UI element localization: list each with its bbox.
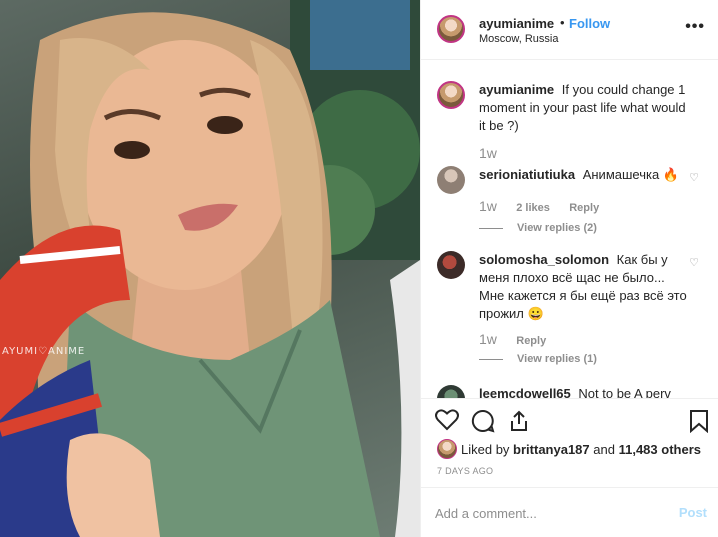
likes-joiner: and: [593, 442, 615, 457]
like-comment-heart-icon[interactable]: ♡: [689, 256, 699, 269]
comment-time[interactable]: 1w: [479, 198, 497, 214]
comment-username[interactable]: solomosha_solomon: [479, 252, 609, 267]
follow-button[interactable]: Follow: [569, 16, 610, 31]
photo-watermark: AYUMI♡ANIME: [2, 346, 86, 357]
comment-body: Анимашечка 🔥: [582, 167, 679, 182]
likes-prefix: Liked by: [461, 442, 510, 457]
liker-avatar[interactable]: [437, 439, 457, 459]
view-replies-button[interactable]: View replies (2): [517, 222, 597, 234]
caption-meta: 1w: [479, 145, 513, 161]
action-bar: [421, 398, 718, 438]
comment-body: Not to be A perv: [578, 386, 671, 398]
post-caption: ayumianime If you could change 1 moment …: [437, 81, 707, 161]
author-username[interactable]: ayumianime: [479, 16, 554, 31]
comment-time[interactable]: 1w: [479, 331, 497, 347]
comment-likes[interactable]: 2 likes: [516, 202, 550, 214]
bookmark-icon[interactable]: [689, 409, 709, 433]
caption-text: ayumianime If you could change 1 moment …: [479, 81, 687, 135]
reply-button[interactable]: Reply: [516, 335, 546, 347]
post-comment-button[interactable]: Post: [679, 505, 707, 520]
like-heart-icon[interactable]: [435, 409, 459, 431]
caption-username[interactable]: ayumianime: [479, 82, 554, 97]
comment-bubble-icon[interactable]: [471, 409, 495, 433]
likes-text: Liked by brittanya187 and 11,483 others: [461, 442, 701, 457]
caption-time[interactable]: 1w: [479, 145, 497, 161]
add-comment-input[interactable]: [435, 502, 665, 524]
comment-meta: 1w 2 likes Reply: [479, 198, 615, 214]
caption-avatar[interactable]: [437, 81, 465, 109]
share-icon[interactable]: [507, 409, 531, 433]
more-options-icon[interactable]: •••: [685, 18, 705, 36]
commenter-avatar[interactable]: [437, 251, 465, 279]
comment-item: serioniatiutiuka Анимашечка 🔥 ♡ 1w 2 lik…: [437, 166, 707, 236]
view-replies-button[interactable]: View replies (1): [517, 353, 597, 365]
add-comment-bar: Post: [421, 487, 718, 537]
author-avatar[interactable]: [437, 15, 465, 43]
comment-text: serioniatiutiuka Анимашечка 🔥: [479, 166, 687, 184]
comment-username[interactable]: serioniatiutiuka: [479, 167, 575, 182]
separator-dot: •: [560, 15, 565, 30]
post-panel: ayumianime • Follow Moscow, Russia ••• a…: [420, 0, 718, 537]
like-comment-heart-icon[interactable]: ♡: [689, 171, 699, 184]
comments-list[interactable]: ayumianime If you could change 1 moment …: [421, 61, 718, 398]
comment-username[interactable]: leemcdowell65: [479, 386, 571, 398]
likes-count[interactable]: 11,483 others: [619, 442, 701, 457]
post-header: ayumianime • Follow Moscow, Russia •••: [421, 0, 718, 60]
post-timestamp[interactable]: 7 DAYS AGO: [437, 466, 493, 476]
post-location[interactable]: Moscow, Russia: [479, 33, 558, 45]
commenter-avatar[interactable]: [437, 385, 465, 398]
comment-item: leemcdowell65 Not to be A perv: [437, 385, 707, 398]
comment-meta: 1w Reply: [479, 331, 562, 347]
reply-button[interactable]: Reply: [569, 202, 599, 214]
comment-text: leemcdowell65 Not to be A perv: [479, 385, 687, 398]
comment-item: solomosha_solomon Как бы у меня плохо вс…: [437, 251, 707, 371]
commenter-avatar[interactable]: [437, 166, 465, 194]
comment-text: solomosha_solomon Как бы у меня плохо вс…: [479, 251, 687, 323]
selfie-illustration: [0, 0, 420, 537]
post-photo[interactable]: AYUMI♡ANIME: [0, 0, 420, 537]
liker-username[interactable]: brittanya187: [513, 442, 590, 457]
